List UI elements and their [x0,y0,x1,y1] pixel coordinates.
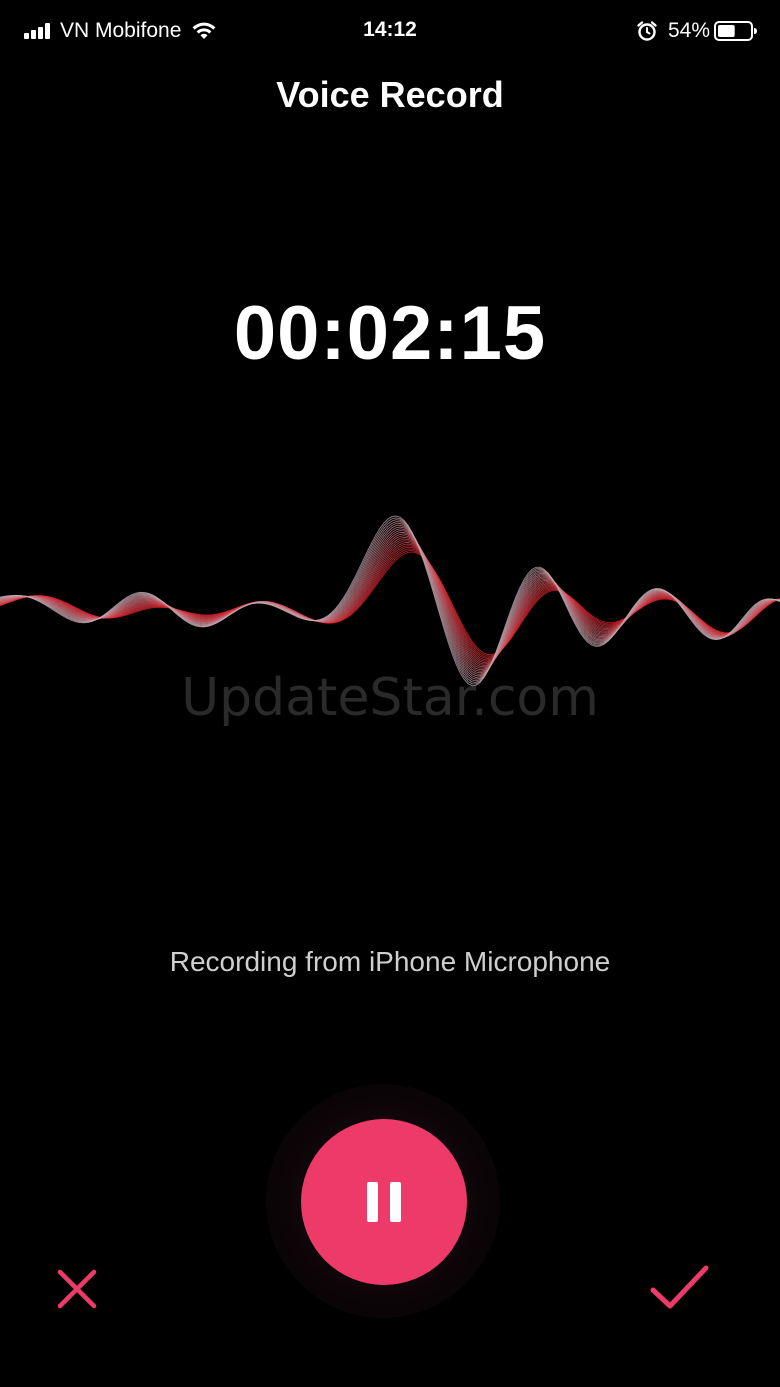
cancel-button[interactable] [52,1264,102,1314]
waveform-line [0,536,780,668]
confirm-button[interactable] [648,1262,712,1314]
waveform-line [0,521,780,682]
recording-source-label: Recording from iPhone Microphone [169,946,611,977]
audio-waveform [0,515,780,687]
recording-timer: 00:02:15 [233,291,547,376]
waveform-line [0,533,780,671]
page-title: Voice Record [276,74,504,115]
pause-icon [367,1182,401,1222]
status-right: 54% [636,18,758,44]
battery-icon [714,21,757,41]
checkmark-icon [650,1265,709,1309]
waveform-line [0,543,780,662]
voice-record-screen: VN Mobifone 14:12 54% Voice Record 00:02… [0,0,780,1387]
alarm-icon [637,21,657,41]
waveform-line [0,517,780,685]
waveform-line [0,548,780,658]
waveform-line [0,524,780,678]
waveform-line [0,530,780,674]
status-bar: VN Mobifone 14:12 54% [0,0,780,62]
waveform-line [0,551,780,656]
battery-percent: 54% [667,19,710,42]
pause-button[interactable] [301,1119,467,1285]
close-icon [57,1269,97,1309]
waveform-line [0,540,780,665]
